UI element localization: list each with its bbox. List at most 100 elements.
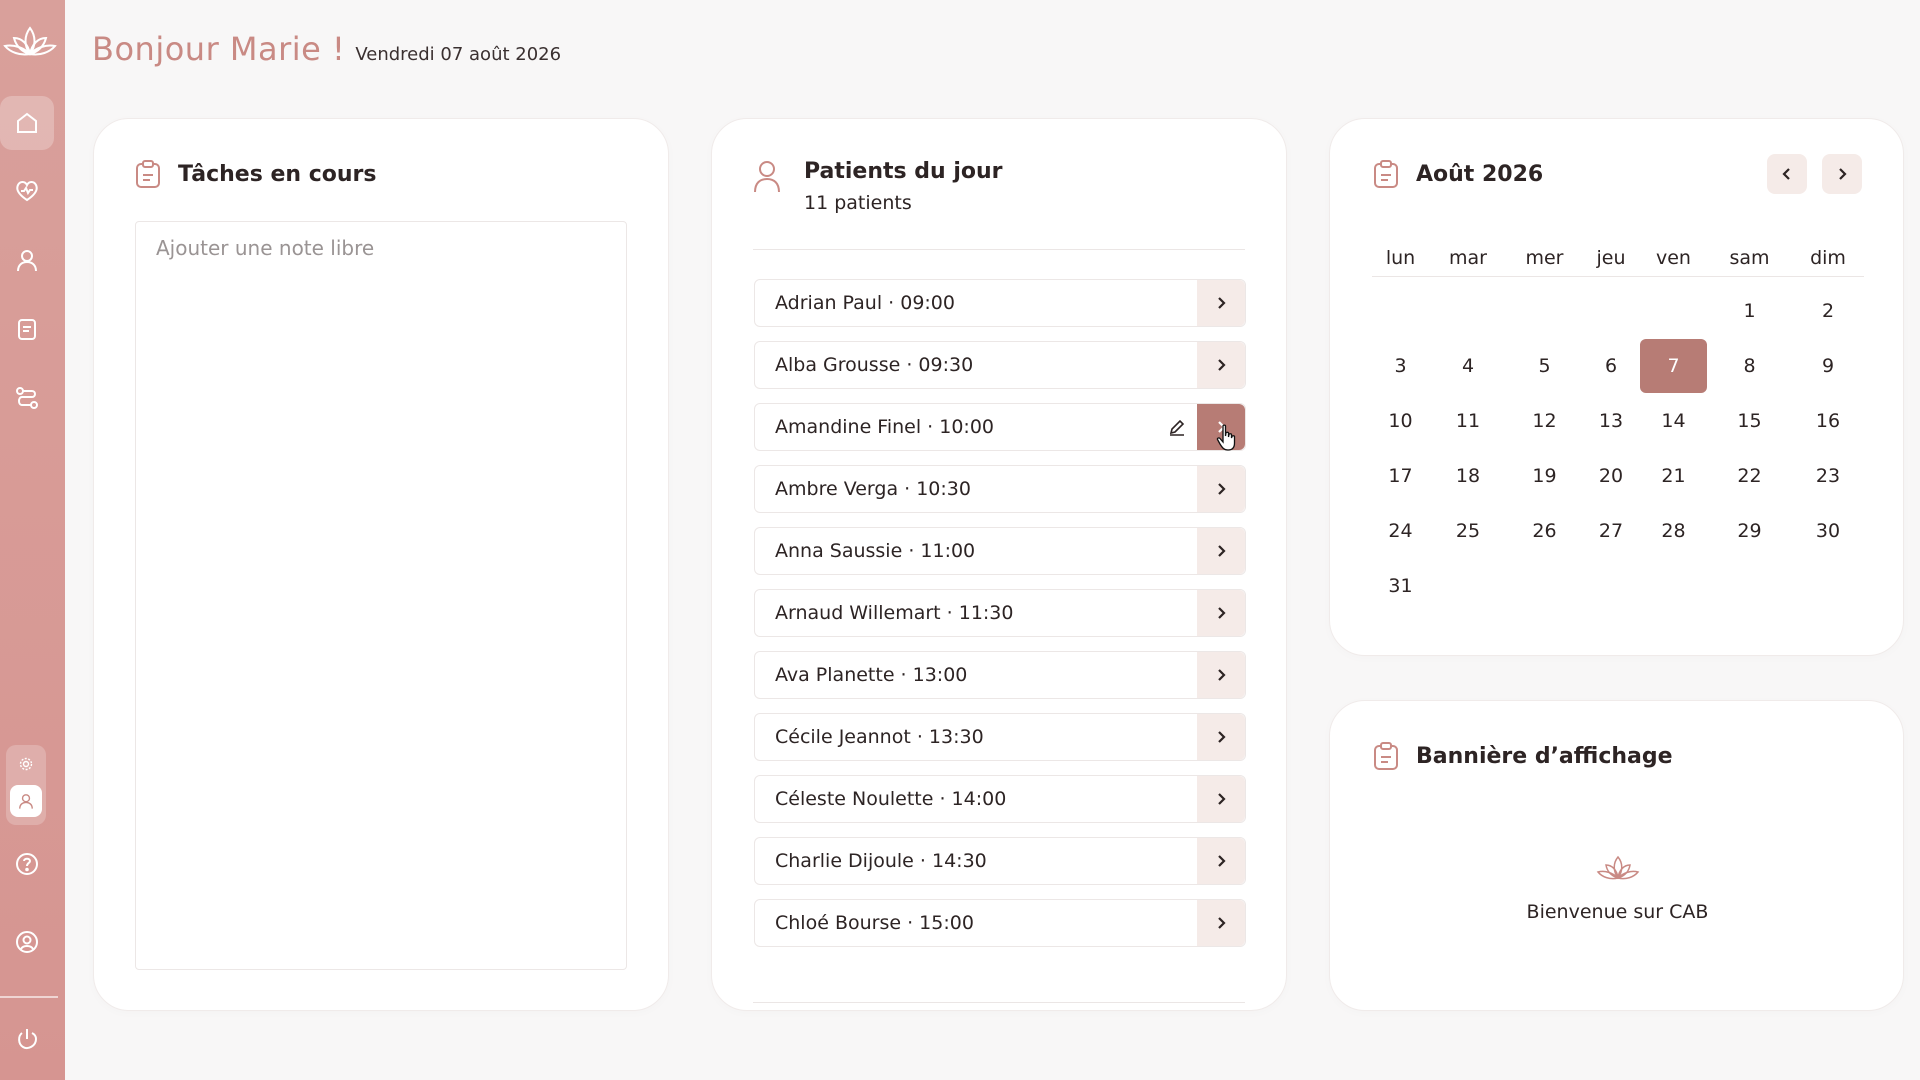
banner-card: Bannière d’affichage Bienvenue sur CAB [1329,700,1904,1011]
calendar-week: 31 [1372,558,1864,613]
patient-row[interactable]: Arnaud Willemart · 11:30 [754,589,1246,637]
calendar-day[interactable]: 29 [1707,503,1792,558]
pencil-icon[interactable] [1167,417,1187,437]
calendar-day[interactable]: 4 [1429,338,1507,393]
sidebar-item-patients[interactable] [0,233,54,287]
chevron-right-icon [1218,669,1226,681]
chevron-right-icon [1218,793,1226,805]
previous-month-button[interactable] [1767,154,1807,194]
calendar-card-title: Août 2026 [1372,159,1543,189]
gear-icon[interactable] [19,757,33,771]
home-icon [17,112,37,133]
weekday-label: dim [1810,247,1846,269]
calendar-day-number: 11 [1455,409,1481,432]
calendar-day[interactable]: 13 [1582,393,1640,448]
sidebar-item-routes[interactable] [0,371,54,425]
calendar-day[interactable]: 19 [1507,448,1582,503]
calendar-day[interactable]: 28 [1640,503,1707,558]
sidebar-item-health[interactable] [0,164,54,218]
calendar-day-number: 26 [1532,519,1557,542]
calendar-day[interactable]: 2 [1792,283,1864,338]
calendar-day[interactable]: 1 [1707,283,1792,338]
open-patient-button[interactable] [1197,776,1245,822]
calendar-day[interactable]: 20 [1582,448,1640,503]
calendar-day-number: 8 [1743,354,1756,377]
sidebar-divider [0,996,58,998]
next-month-button[interactable] [1822,154,1862,194]
calendar-day-number: 12 [1532,409,1557,432]
calendar-day[interactable]: 10 [1372,393,1429,448]
calendar-day-number: 3 [1394,354,1407,377]
sidebar-item-documents[interactable] [0,302,54,356]
open-patient-button[interactable] [1197,590,1245,636]
calendar-day[interactable]: 17 [1372,448,1429,503]
chevron-left-icon [1782,168,1790,180]
patient-row[interactable]: Cécile Jeannot · 13:30 [754,713,1246,761]
calendar-day-number: 16 [1815,409,1841,432]
calendar-day[interactable]: 16 [1792,393,1864,448]
open-patient-button[interactable] [1197,652,1245,698]
account-button[interactable] [0,915,54,969]
patient-row[interactable]: Anna Saussie · 11:00 [754,527,1246,575]
help-button[interactable] [0,837,54,891]
calendar-day[interactable]: 31 [1372,558,1429,613]
patient-row[interactable]: Céleste Noulette · 14:00 [754,775,1246,823]
calendar-week: 10 11 12 13 14 15 16 [1372,393,1864,448]
open-patient-button[interactable] [1197,466,1245,512]
calendar-day[interactable]: 5 [1507,338,1582,393]
patient-row[interactable]: Alba Grousse · 09:30 [754,341,1246,389]
sidebar-item-home[interactable] [0,96,54,150]
patient-name-time: Amandine Finel · 10:00 [775,416,995,438]
open-patient-button[interactable] [1197,528,1245,574]
calendar-week: 3 4 5 67 8 9 [1372,338,1864,393]
weekday-label: ven [1656,247,1691,269]
calendar-day[interactable]: 24 [1372,503,1429,558]
logout-button[interactable] [0,1012,54,1066]
calendar-day[interactable]: 18 [1429,448,1507,503]
patient-name-time: Alba Grousse · 09:30 [775,354,974,376]
calendar-day-selected[interactable]: 7 [1640,338,1707,393]
patient-row[interactable]: Ava Planette · 13:00 [754,651,1246,699]
clipboard-icon [1374,742,1398,770]
current-date: Vendredi 07 août 2026 [355,44,562,65]
calendar-day[interactable]: 25 [1429,503,1507,558]
patient-row[interactable]: Charlie Dijoule · 14:30 [754,837,1246,885]
calendar-day[interactable]: 3 [1372,338,1429,393]
calendar-day[interactable]: 14 [1640,393,1707,448]
calendar-day[interactable]: 27 [1582,503,1640,558]
calendar-day-number: 7 [1640,338,1707,393]
calendar-day[interactable]: 8 [1707,338,1792,393]
calendar-day-number: 24 [1388,519,1413,542]
calendar-day[interactable]: 30 [1792,503,1864,558]
calendar-day[interactable]: 23 [1792,448,1864,503]
open-patient-button[interactable] [1197,900,1245,946]
heart-pulse-icon [16,181,38,202]
patient-row[interactable]: Ambre Verga · 10:30 [754,465,1246,513]
open-patient-button[interactable] [1197,342,1245,388]
patient-row[interactable]: Adrian Paul · 09:00 [754,279,1246,327]
patient-row[interactable]: Chloé Bourse · 15:00 [754,899,1246,947]
calendar-day-number: 4 [1461,354,1475,377]
calendar-day[interactable]: 9 [1792,338,1864,393]
calendar-week: 24 25 26 27 28 29 30 [1372,503,1864,558]
calendar-day[interactable]: 26 [1507,503,1582,558]
calendar-day[interactable]: 12 [1507,393,1582,448]
chevron-right-icon [1218,607,1226,619]
calendar-day[interactable]: 11 [1429,393,1507,448]
profile-switch-button[interactable] [10,785,42,817]
patient-row[interactable]: Amandine Finel · 10:00 [754,403,1246,451]
calendar-empty-cell [1792,558,1864,613]
free-note-placeholder: Ajouter une note libre [156,236,375,260]
calendar-day-number: 20 [1598,464,1624,487]
calendar-empty-cell [1507,283,1582,338]
free-note-input[interactable]: Ajouter une note libre [135,221,627,970]
open-patient-button[interactable] [1197,838,1245,884]
calendar-day-number: 30 [1815,519,1841,542]
calendar-day[interactable]: 21 [1640,448,1707,503]
calendar-day-number: 17 [1388,464,1413,487]
open-patient-button[interactable] [1197,280,1245,326]
calendar-day[interactable]: 15 [1707,393,1792,448]
calendar-day[interactable]: 22 [1707,448,1792,503]
open-patient-button[interactable] [1197,714,1245,760]
calendar-day[interactable]: 6 [1582,338,1640,393]
